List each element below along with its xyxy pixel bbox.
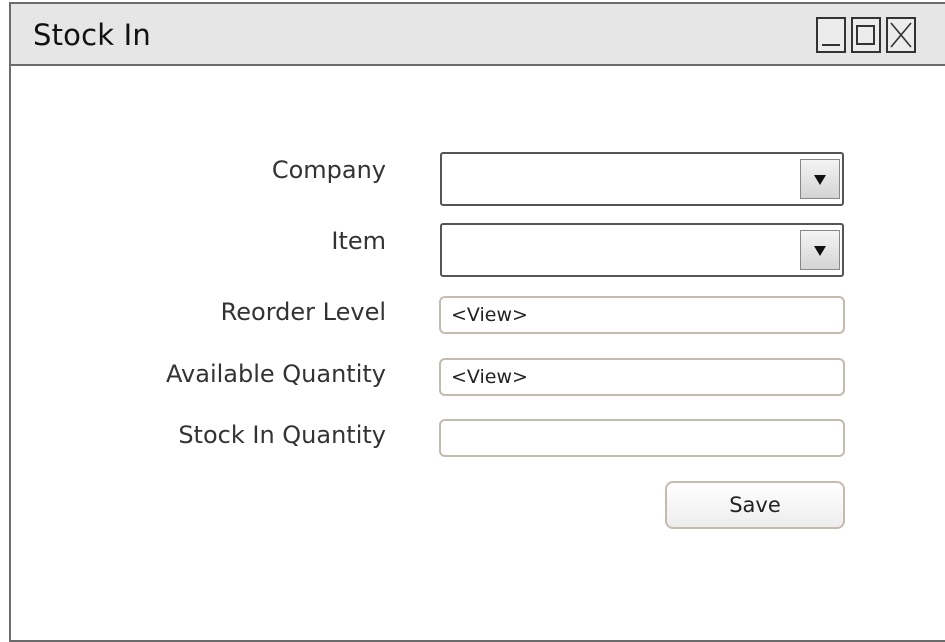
- company-label: Company: [271, 156, 386, 184]
- title-bar: Stock In: [11, 4, 945, 66]
- minimize-button[interactable]: [816, 17, 846, 53]
- triangle-down-icon: [814, 175, 826, 185]
- stock-in-quantity-label: Stock In Quantity: [178, 421, 386, 449]
- item-label-wrap: Item: [86, 227, 386, 259]
- stock-in-quantity-input[interactable]: [439, 419, 845, 457]
- item-dropdown-button[interactable]: [800, 230, 840, 270]
- maximize-button[interactable]: [851, 17, 881, 53]
- item-label: Item: [331, 227, 386, 255]
- maximize-icon: [856, 25, 875, 45]
- stock-in-window: Stock In Company Item Reorder Level <Vie…: [9, 2, 945, 642]
- company-dropdown[interactable]: [440, 152, 844, 206]
- available-quantity-field[interactable]: <View>: [439, 358, 845, 396]
- company-label-wrap: Company: [86, 156, 386, 188]
- triangle-down-icon: [814, 246, 826, 256]
- reorder-level-label-wrap: Reorder Level: [86, 298, 386, 330]
- minimize-icon: [822, 44, 840, 46]
- save-button[interactable]: Save: [665, 481, 845, 529]
- close-button[interactable]: [886, 17, 916, 53]
- window-title: Stock In: [33, 18, 152, 52]
- available-quantity-label-wrap: Available Quantity: [86, 360, 386, 392]
- company-dropdown-button[interactable]: [800, 159, 840, 199]
- stock-in-quantity-label-wrap: Stock In Quantity: [86, 421, 386, 453]
- reorder-level-field[interactable]: <View>: [439, 296, 845, 334]
- close-icon: [890, 22, 912, 48]
- item-dropdown[interactable]: [440, 223, 844, 277]
- reorder-level-label: Reorder Level: [220, 298, 386, 326]
- available-quantity-label: Available Quantity: [166, 360, 386, 388]
